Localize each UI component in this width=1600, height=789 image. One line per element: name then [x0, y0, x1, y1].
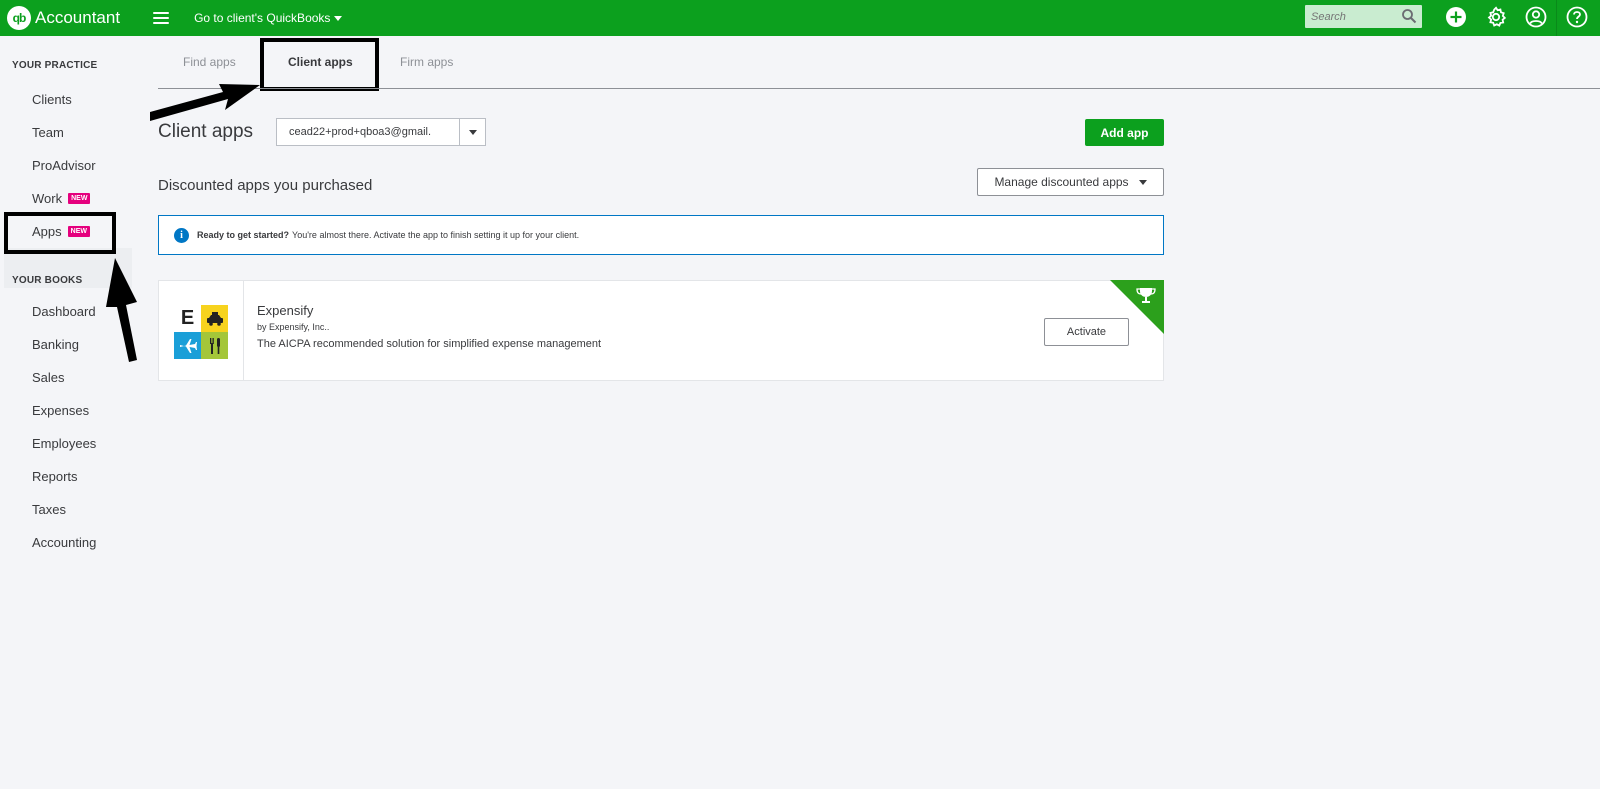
annotation-arrows — [106, 84, 260, 362]
sidebar-item-banking[interactable]: Banking — [32, 337, 79, 352]
sidebar-item-clients[interactable]: Clients — [32, 92, 72, 107]
app-name: Expensify — [257, 303, 314, 318]
brand[interactable]: qb Accountant — [7, 6, 120, 30]
trophy-icon — [1110, 280, 1164, 334]
sidebar-item-work[interactable]: Work NEW — [32, 191, 91, 206]
page-title: Client apps — [158, 121, 254, 142]
sidebar-item-reports[interactable]: Reports — [32, 469, 78, 484]
user-circle-icon[interactable] — [1525, 6, 1547, 28]
client-select-dropdown[interactable] — [459, 119, 485, 145]
app-vendor: by Expensify, Inc.. — [257, 322, 330, 332]
app-card-expensify: E Expensify by Expensify, Inc.. The AICP… — [158, 280, 1164, 381]
search-icon[interactable] — [1401, 8, 1417, 24]
go-to-client-quickbooks-menu[interactable]: Go to client's QuickBooks — [194, 11, 343, 25]
caret-down-icon — [334, 15, 343, 21]
quickbooks-logo: qb — [7, 6, 31, 30]
banner-text: You're almost there. Activate the app to… — [292, 230, 580, 240]
expensify-logo-letter: E — [174, 305, 201, 332]
your-practice-heading: YOUR PRACTICE — [12, 60, 98, 71]
sidebar-item-accounting[interactable]: Accounting — [32, 535, 96, 550]
client-select[interactable]: cead22+prod+qboa3@gmail. — [276, 118, 486, 146]
sidebar-item-dashboard[interactable]: Dashboard — [32, 304, 96, 319]
gear-icon[interactable] — [1485, 6, 1507, 28]
airplane-icon — [174, 332, 201, 359]
sidebar-item-taxes[interactable]: Taxes — [32, 502, 66, 517]
top-bar-divider — [1556, 0, 1557, 36]
sidebar-item-proadvisor[interactable]: ProAdvisor — [32, 158, 96, 173]
section-title: Discounted apps you purchased — [158, 177, 373, 194]
caret-down-icon — [468, 129, 477, 135]
sidebar-item-employees[interactable]: Employees — [32, 436, 96, 451]
question-circle-icon[interactable] — [1566, 6, 1588, 28]
apps-highlight-box — [4, 212, 116, 254]
new-badge: NEW — [68, 193, 91, 204]
tab-firm-apps[interactable]: Firm apps — [400, 55, 453, 69]
your-books-heading: YOUR BOOKS — [12, 275, 83, 286]
expensify-logo: E — [174, 305, 228, 359]
app-logo-cell: E — [159, 281, 244, 380]
manage-discounted-apps-label: Manage discounted apps — [994, 175, 1129, 189]
search-box[interactable] — [1305, 5, 1422, 28]
tab-bar: Find apps Client apps Firm apps — [158, 36, 1600, 90]
sidebar: YOUR PRACTICE Clients Team ProAdvisor Wo… — [0, 36, 134, 789]
brand-name: Accountant — [35, 8, 121, 27]
info-icon: i — [174, 227, 189, 243]
info-banner: i Ready to get started? You're almost th… — [158, 215, 1164, 255]
taxi-icon — [201, 305, 228, 332]
fork-knife-icon — [201, 332, 228, 359]
sidebar-item-team[interactable]: Team — [32, 125, 64, 140]
tab-underline — [158, 88, 1600, 89]
banner-heading: Ready to get started? — [197, 230, 290, 240]
tab-find-apps[interactable]: Find apps — [183, 55, 236, 69]
client-switch-label: Go to client's QuickBooks — [194, 11, 331, 25]
tab-client-apps[interactable]: Client apps — [288, 55, 353, 69]
client-select-value: cead22+prod+qboa3@gmail. — [289, 126, 432, 138]
caret-down-icon — [1138, 179, 1147, 185]
app-description: The AICPA recommended solution for simpl… — [257, 338, 602, 350]
sidebar-item-sales[interactable]: Sales — [32, 370, 65, 385]
manage-discounted-apps-button[interactable]: Manage discounted apps — [977, 168, 1164, 196]
hamburger-icon[interactable] — [153, 12, 170, 24]
plus-circle-icon[interactable] — [1445, 6, 1467, 28]
add-app-button[interactable]: Add app — [1085, 119, 1164, 146]
sidebar-item-expenses[interactable]: Expenses — [32, 403, 89, 418]
search-input[interactable] — [1305, 10, 1395, 23]
